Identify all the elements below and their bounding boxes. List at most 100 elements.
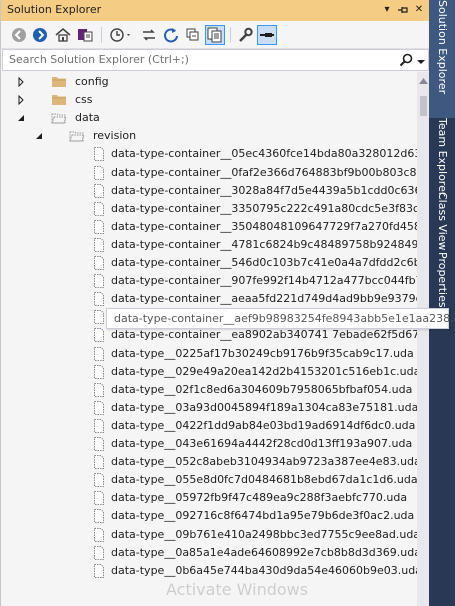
tree-file-row[interactable]: data-type-container__35048048109647729f7… [1, 218, 417, 236]
tree-file-row[interactable]: data-type__029e49a20ea142d2b4153201c516e… [1, 363, 417, 381]
excluded-file-icon [91, 237, 107, 253]
tree-file-row[interactable]: data-type__052c8abeb3104934ab9723a387ee4… [1, 453, 417, 471]
tree-file-row[interactable]: data-type-container__05ec4360fce14bda80a… [1, 145, 417, 163]
tree-file-row[interactable]: data-type__055e8d0fc7d0484681b8ebd67da1c… [1, 471, 417, 489]
tree-folder-row[interactable]: revision [1, 127, 417, 145]
tree-item-label: data-type-container__35048048109647729f7… [111, 219, 417, 233]
tree-file-row[interactable]: data-type__0b6a45e744ba430d9da54e46060b9… [1, 562, 417, 580]
tree-item-label: data-type__09b761e410a2498bbc3ed7755c9ee… [111, 527, 417, 541]
solution-explorer-panel: Solution Explorer ▾ ✕ Search Solution Ex… [0, 0, 455, 606]
tooltip-text: data-type-container__aef9b98983254fe8943… [114, 312, 455, 325]
excluded-file-icon [91, 527, 107, 543]
tree-file-row[interactable]: data-type-container__aeaa5fd221d749d4ad9… [1, 290, 417, 308]
search-icon[interactable] [398, 52, 414, 68]
panel-toolbar [1, 21, 430, 49]
tree-file-row[interactable]: data-type__043e61694a4442f28cd0d13ff193a… [1, 435, 417, 453]
tree-item-label: data-type__03a93d0045894f189a1304ca83e75… [111, 400, 417, 414]
show-all-files-icon[interactable] [205, 25, 225, 45]
excluded-file-icon [91, 146, 107, 162]
tree-file-row[interactable]: data-type__05972fb9f47c489ea9c288f3aebfc… [1, 489, 417, 507]
preview-selected-items-icon[interactable] [257, 25, 277, 45]
tree-item-label: data [75, 111, 100, 125]
tree-file-row[interactable]: data-type-container__3350795c222c491a80c… [1, 200, 417, 218]
forward-icon[interactable] [30, 25, 50, 45]
tree-file-row[interactable]: data-type__09b761e410a2498bbc3ed7755c9ee… [1, 526, 417, 544]
solution-tree: config css data revision data-type-container… [1, 72, 417, 606]
folder-icon [51, 92, 67, 108]
tree-folder-row[interactable]: config [1, 73, 417, 91]
excluded-file-icon [91, 436, 107, 452]
tree-item-label: css [75, 93, 93, 107]
tree-item-label: revision [93, 129, 137, 143]
tree-item-label: data-type-container__0faf2e366d764883bf9… [111, 165, 417, 179]
switch-views-icon[interactable] [75, 25, 95, 45]
panel-title-bar[interactable]: Solution Explorer ▾ ✕ [1, 0, 430, 21]
window-menu-icon[interactable]: ▾ [380, 2, 394, 18]
tree-item-label: data-type__055e8d0fc7d0484681b8ebd67da1c… [111, 473, 417, 487]
search-input[interactable]: Search Solution Explorer (Ctrl+;) [2, 49, 429, 71]
sync-with-active-document-icon[interactable] [139, 25, 159, 45]
collapse-all-icon[interactable] [183, 25, 203, 45]
refresh-icon[interactable] [161, 25, 181, 45]
tree-file-row[interactable]: data-type__0422f1dd9ab84e03bd19ad6914df6… [1, 417, 417, 435]
tree-item-label: data-type__0225af17b30249cb9176b9f35cab9… [111, 346, 414, 360]
tree-item-label: config [75, 75, 109, 88]
home-icon[interactable] [53, 25, 73, 45]
back-icon[interactable] [9, 25, 29, 45]
scroll-up-arrow-icon[interactable] [419, 75, 428, 84]
tree-item-label: data-type-container__05ec4360fce14bda80a… [111, 147, 417, 161]
side-tab-strip: Solution Explorer Team Explorer Class Vi… [429, 0, 455, 606]
tree-folder-row[interactable]: data [1, 109, 417, 127]
excluded-file-icon [91, 418, 107, 434]
tree-item-label: data-type-container__aeaa5fd221d749d4ad9… [111, 292, 417, 306]
tab-team-explorer[interactable]: Team Explorer [429, 118, 455, 196]
excluded-file-icon [91, 219, 107, 235]
excluded-folder-icon [69, 128, 85, 144]
tree-file-row[interactable]: data-type__0225af17b30249cb9176b9f35cab9… [1, 345, 417, 363]
excluded-file-icon [91, 165, 107, 181]
pin-icon[interactable] [396, 2, 410, 18]
scrollbar-thumb[interactable] [420, 96, 427, 116]
tab-label: Solution Explorer [436, 0, 449, 95]
excluded-file-icon [91, 183, 107, 199]
tab-label: Properties [436, 252, 449, 308]
tree-item-label: data-type__0b6a45e744ba430d9da54e46060b9… [111, 563, 417, 577]
tree-item-label: data-type-container__907fe992f14b4712a47… [111, 274, 417, 288]
expanded-arrow-icon[interactable] [34, 131, 44, 141]
collapsed-arrow-icon[interactable] [16, 94, 26, 106]
tree-item-label: data-type-container__4781c6824b9c4848975… [111, 237, 417, 251]
search-options-dropdown-icon[interactable] [417, 56, 425, 64]
tab-solution-explorer[interactable]: Solution Explorer [429, 0, 455, 118]
tree-file-row[interactable]: data-type__03a93d0045894f189a1304ca83e75… [1, 399, 417, 417]
tree-file-row[interactable]: data-type__0a85a1e4ade64608992e7cb8b8d3d… [1, 544, 417, 562]
toolbar-separator [101, 27, 102, 43]
tree-item-label: data-type-container__3350795c222c491a80c… [111, 201, 417, 215]
expanded-arrow-icon[interactable] [16, 113, 26, 123]
tree-file-row[interactable]: data-type-container__4781c6824b9c4848975… [1, 236, 417, 254]
tab-label: Team Explorer [436, 118, 449, 197]
tree-file-row[interactable]: data-type__02f1c8ed6a304609b7958065bfbaf… [1, 381, 417, 399]
tab-class-view[interactable]: Class View [429, 192, 455, 252]
tree-item-label: data-type__092716c8f6474bd1a95e79b6de3f0… [111, 509, 415, 523]
properties-icon[interactable] [235, 25, 255, 45]
excluded-file-icon [91, 545, 107, 561]
folder-icon [51, 74, 67, 90]
tree-file-row[interactable]: data-type-container__546d0c103b7c41e0a4a… [1, 254, 417, 272]
tree-folder-row[interactable]: css [1, 91, 417, 109]
tree-file-row[interactable]: data-type-container__ea8902ab340741 7eba… [1, 326, 417, 344]
collapsed-arrow-icon[interactable] [16, 76, 26, 88]
tree-item-label: data-type__0a85a1e4ade64608992e7cb8b8d3d… [111, 545, 417, 559]
search-placeholder: Search Solution Explorer (Ctrl+;) [9, 53, 189, 66]
pending-changes-filter-icon[interactable] [107, 25, 135, 45]
excluded-file-icon [91, 327, 107, 343]
tree-file-row[interactable]: data-type-container__3028a84f7d5e4439a5b… [1, 182, 417, 200]
close-icon[interactable]: ✕ [412, 2, 426, 18]
excluded-file-icon [91, 201, 107, 217]
excluded-file-icon [91, 472, 107, 488]
tree-file-row[interactable]: data-type-container__907fe992f14b4712a47… [1, 272, 417, 290]
tree-file-row[interactable]: data-type__092716c8f6474bd1a95e79b6de3f0… [1, 507, 417, 525]
excluded-file-icon [91, 563, 107, 579]
excluded-file-icon [91, 400, 107, 416]
tree-file-row[interactable]: data-type-container__0faf2e366d764883bf9… [1, 164, 417, 182]
tree-item-label: data-type__052c8abeb3104934ab9723a387ee4… [111, 455, 417, 469]
